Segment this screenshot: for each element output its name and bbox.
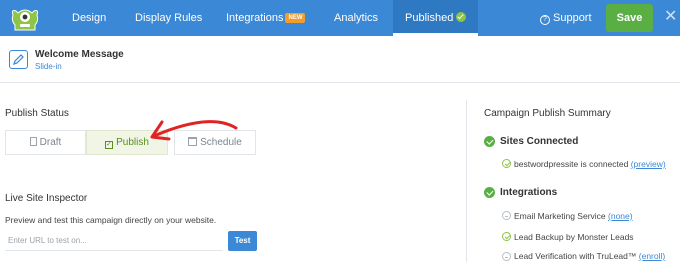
help-circle-icon: ? [540, 15, 550, 25]
published-check-icon [456, 12, 467, 22]
preview-link[interactable]: (preview) [631, 159, 666, 169]
site-connected-item: bestwordpressite is connected (preview) [514, 159, 666, 169]
tab-display-rules[interactable]: Display Rules [135, 0, 202, 36]
draft-label: Draft [39, 137, 62, 148]
integrations-heading: Integrations [500, 187, 558, 198]
draft-option[interactable]: Draft [5, 130, 86, 155]
lead-backup-item: Lead Backup by Monster Leads [514, 232, 634, 242]
new-badge: NEW [285, 13, 306, 23]
email-none-link[interactable]: (none) [608, 211, 633, 221]
tab-analytics[interactable]: Analytics [334, 0, 378, 36]
url-input[interactable] [5, 231, 223, 251]
lead-verification-status-icon [502, 252, 511, 261]
connected-check-icon [502, 159, 511, 168]
live-site-inspector-title: Live Site Inspector [5, 193, 88, 204]
tab-integrations-label: Integrations [226, 12, 284, 24]
site-connected-text: bestwordpressite is connected [514, 159, 629, 169]
sites-connected-heading: Sites Connected [500, 136, 579, 147]
document-icon [29, 137, 37, 146]
campaign-name: Welcome Message [35, 49, 124, 60]
pencil-icon [13, 54, 24, 65]
top-navigation-bar: Design Display Rules Integrations NEW Ana… [0, 0, 680, 36]
tab-published-label: Published [405, 12, 454, 24]
lead-backup-check-icon [502, 232, 511, 241]
integrations-check-icon [484, 187, 495, 198]
email-status-icon [502, 211, 511, 220]
lead-verification-item: Lead Verification with TruLead™ (enroll) [514, 251, 665, 261]
sites-check-icon [484, 136, 495, 147]
email-marketing-item: Email Marketing Service (none) [514, 211, 633, 221]
tab-design[interactable]: Design [72, 0, 106, 36]
test-button[interactable]: Test [228, 231, 257, 251]
annotation-arrow [150, 120, 238, 141]
tab-published[interactable]: Published [393, 0, 479, 36]
campaign-type: Slide-in [35, 62, 62, 71]
support-label: Support [553, 12, 592, 24]
close-icon[interactable]: ✕ [664, 9, 680, 25]
edit-campaign-button[interactable] [9, 50, 28, 69]
tab-integrations[interactable]: Integrations NEW [226, 0, 306, 36]
optinmonster-logo[interactable] [8, 3, 42, 33]
email-marketing-text: Email Marketing Service [514, 211, 606, 221]
campaign-header: Welcome Message Slide-in [0, 36, 680, 83]
summary-title: Campaign Publish Summary [484, 108, 611, 119]
publish-status-title: Publish Status [5, 108, 69, 119]
checkbox-icon: ✓ [105, 141, 114, 149]
lead-verification-text: Lead Verification with TruLead™ [514, 251, 637, 261]
save-button[interactable]: Save [606, 4, 653, 32]
lead-backup-text: Lead Backup by Monster Leads [514, 232, 634, 242]
column-divider [466, 100, 467, 262]
inspector-description: Preview and test this campaign directly … [5, 215, 217, 225]
enroll-link[interactable]: (enroll) [639, 251, 665, 261]
support-link[interactable]: ? Support [540, 0, 592, 36]
